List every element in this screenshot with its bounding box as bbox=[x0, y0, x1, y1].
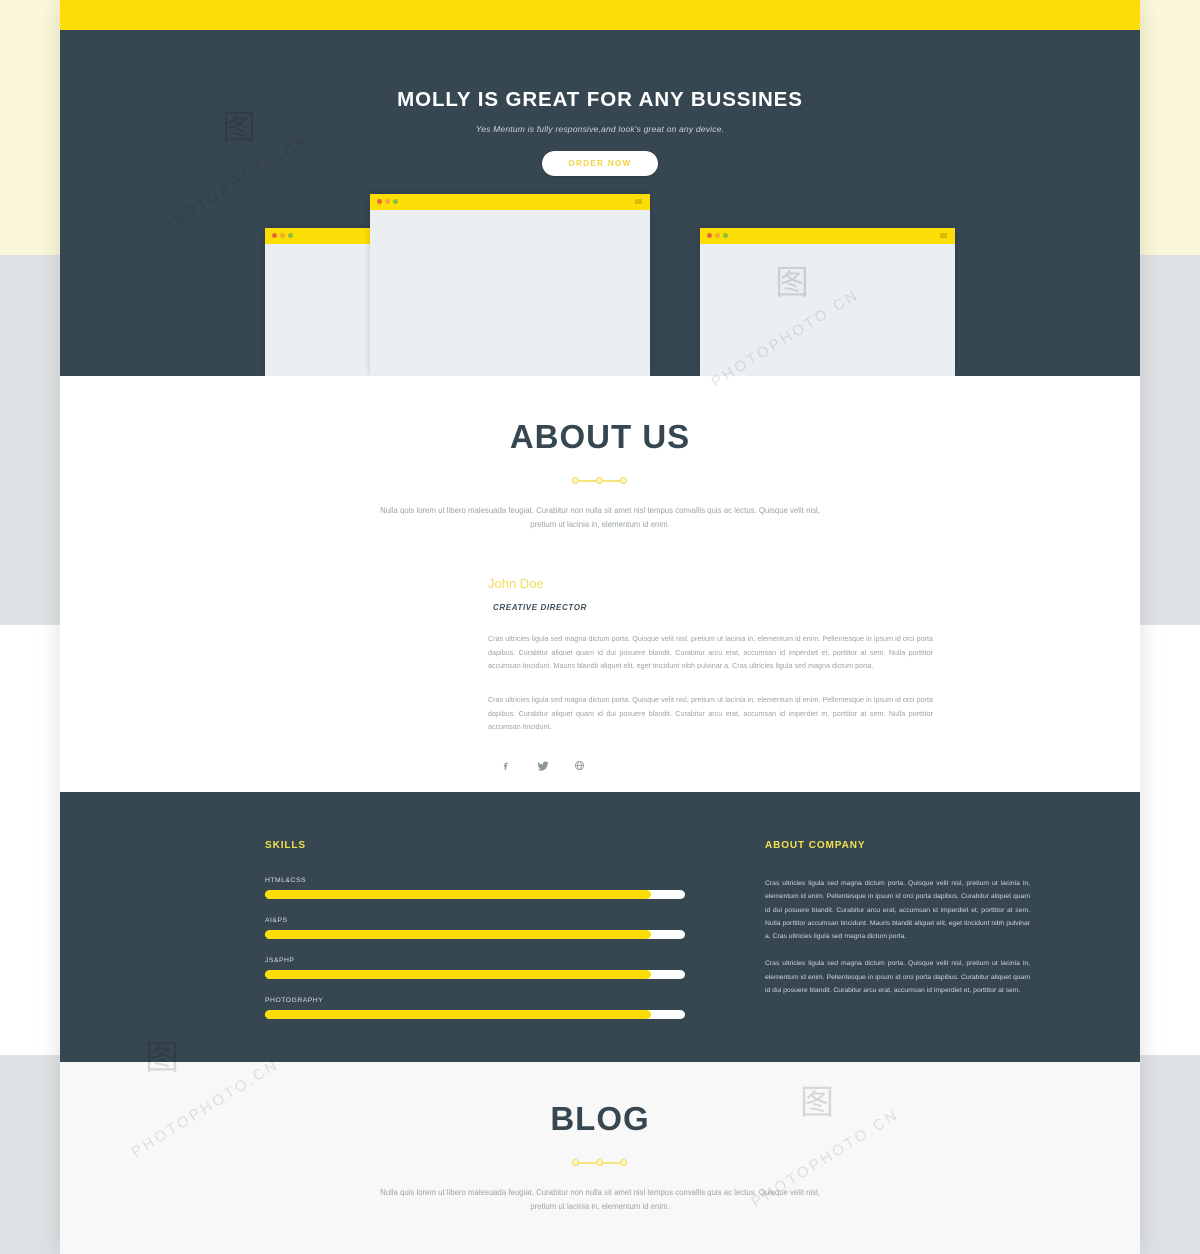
top-accent-bar bbox=[60, 0, 1140, 30]
skill-progress-track bbox=[265, 970, 685, 979]
browser-mockup-group bbox=[60, 186, 1140, 376]
ornament-circle bbox=[572, 477, 579, 484]
member-bio-paragraph-2: Cras ultricies ligula sed magna dictum p… bbox=[488, 695, 933, 732]
dribbble-icon[interactable] bbox=[572, 758, 587, 773]
window-close-dot-icon bbox=[272, 233, 277, 238]
ornament-circle bbox=[620, 477, 627, 484]
blog-lead: Nulla quis lorem ut libero malesuada feu… bbox=[380, 1188, 820, 1211]
hero-title: MOLLY IS GREAT FOR ANY BUSSINES bbox=[397, 88, 803, 111]
window-maximize-dot-icon bbox=[288, 233, 293, 238]
hero-section: MOLLY IS GREAT FOR ANY BUSSINES Yes Ment… bbox=[60, 30, 1140, 376]
skill-progress-track bbox=[265, 1010, 685, 1019]
skill-label: JS&PHP bbox=[265, 957, 295, 964]
skill-progress-track bbox=[265, 890, 685, 899]
member-role: CREATIVE DIRECTOR bbox=[493, 603, 587, 612]
skill-row: PHOTOGRAPHY bbox=[265, 997, 685, 1019]
browser-mockup-right bbox=[700, 228, 955, 376]
mockup-viewport bbox=[700, 244, 955, 376]
about-company-paragraph-2: Cras ultricies ligula sed magna dictum p… bbox=[765, 960, 1030, 994]
skills-heading: SKILLS bbox=[265, 840, 306, 851]
member-bio-paragraph-1: Cras ultricies ligula sed magna dictum p… bbox=[488, 634, 933, 671]
window-control-icon bbox=[940, 233, 947, 238]
window-control-icon bbox=[635, 199, 642, 204]
about-company-heading: ABOUT COMPANY bbox=[765, 840, 866, 851]
about-company-paragraph-1: Cras ultricies ligula sed magna dictum p… bbox=[765, 880, 1030, 940]
window-minimize-dot-icon bbox=[715, 233, 720, 238]
window-minimize-dot-icon bbox=[385, 199, 390, 204]
order-now-button[interactable]: ORDER NOW bbox=[542, 151, 658, 176]
ornament-circle bbox=[572, 1159, 579, 1166]
ornament-circle bbox=[596, 477, 603, 484]
window-close-dot-icon bbox=[377, 199, 382, 204]
skill-progress-fill bbox=[265, 1010, 652, 1019]
window-maximize-dot-icon bbox=[393, 199, 398, 204]
window-maximize-dot-icon bbox=[723, 233, 728, 238]
ornament-circle bbox=[596, 1159, 603, 1166]
section-ornament-divider bbox=[570, 1158, 630, 1168]
blog-title: BLOG bbox=[550, 1100, 650, 1137]
twitter-icon[interactable] bbox=[535, 758, 550, 773]
skill-row: AI&PS bbox=[265, 917, 685, 939]
about-company-column: ABOUT COMPANY Cras ultricies ligula sed … bbox=[765, 840, 1030, 1037]
facebook-icon[interactable] bbox=[498, 758, 513, 773]
skill-label: AI&PS bbox=[265, 917, 288, 924]
about-us-lead: Nulla quis lorem ut libero malesuada feu… bbox=[380, 506, 820, 529]
skill-progress-track bbox=[265, 930, 685, 939]
hero-cta-wrapper: ORDER NOW bbox=[60, 151, 1140, 176]
skill-progress-fill bbox=[265, 970, 652, 979]
skills-company-section: SKILLS HTML&CSS AI&PS JS&PHP PHOTOGRAPHY… bbox=[60, 792, 1140, 1062]
mockup-viewport bbox=[370, 210, 650, 376]
mockup-titlebar bbox=[370, 194, 650, 210]
skills-company-layout: SKILLS HTML&CSS AI&PS JS&PHP PHOTOGRAPHY… bbox=[60, 792, 1140, 1037]
skill-label: PHOTOGRAPHY bbox=[265, 997, 324, 1004]
member-name: John Doe bbox=[488, 576, 544, 591]
skill-row: JS&PHP bbox=[265, 957, 685, 979]
skills-column: SKILLS HTML&CSS AI&PS JS&PHP PHOTOGRAPHY bbox=[265, 840, 685, 1037]
blog-section: BLOG Nulla quis lorem ut libero malesuad… bbox=[60, 1062, 1140, 1254]
skill-progress-fill bbox=[265, 930, 652, 939]
about-us-title: ABOUT US bbox=[509, 418, 691, 455]
window-close-dot-icon bbox=[707, 233, 712, 238]
window-minimize-dot-icon bbox=[280, 233, 285, 238]
skill-row: HTML&CSS bbox=[265, 877, 685, 899]
mockup-titlebar bbox=[700, 228, 955, 244]
team-member-card: John Doe CREATIVE DIRECTOR Cras ultricie… bbox=[488, 576, 933, 773]
section-ornament-divider bbox=[570, 476, 630, 486]
skill-progress-fill bbox=[265, 890, 652, 899]
skill-label: HTML&CSS bbox=[265, 877, 307, 884]
landing-page-column: MOLLY IS GREAT FOR ANY BUSSINES Yes Ment… bbox=[60, 0, 1140, 1254]
ornament-circle bbox=[620, 1159, 627, 1166]
about-us-section: ABOUT US Nulla quis lorem ut libero male… bbox=[60, 376, 1140, 1058]
browser-mockup-center bbox=[370, 194, 650, 376]
hero-subtitle: Yes Mentum is fully responsive,and look'… bbox=[475, 124, 725, 134]
social-links bbox=[488, 758, 933, 773]
